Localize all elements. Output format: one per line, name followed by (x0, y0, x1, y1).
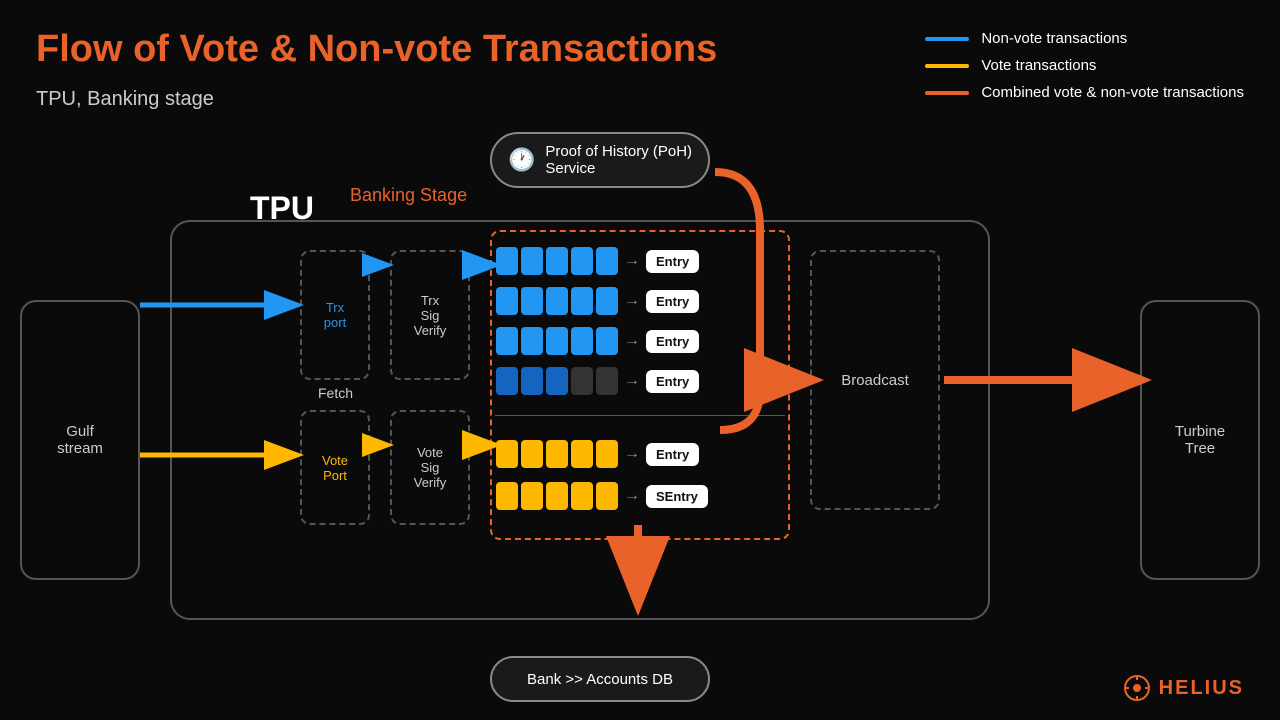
blocks-group-6 (496, 482, 618, 510)
helius-label: HELIUS (1159, 677, 1244, 700)
entry-row-5: → Entry (496, 440, 699, 468)
blocks-group-1 (496, 247, 618, 275)
block-5-1 (496, 440, 518, 468)
entry-row-3: → Entry (496, 327, 699, 355)
legend-line-vote (925, 64, 969, 68)
legend-label-nonvote: Non-vote transactions (981, 30, 1127, 47)
legend-label-vote: Vote transactions (981, 57, 1096, 74)
turbine-label: TurbineTree (1175, 423, 1225, 457)
legend-label-combined: Combined vote & non-vote transactions (981, 84, 1244, 101)
page-subtitle: TPU, Banking stage (36, 88, 214, 111)
block-4-5 (596, 367, 618, 395)
arrow-5: → (624, 445, 640, 463)
arrow-6: → (624, 487, 640, 505)
entry-row-2: → Entry (496, 287, 699, 315)
block-1-5 (596, 247, 618, 275)
block-2-4 (571, 287, 593, 315)
arrow-2: → (624, 292, 640, 310)
block-6-2 (521, 482, 543, 510)
vote-sig-label: VoteSigVerify (414, 445, 447, 490)
entry-pill-1: Entry (646, 250, 699, 273)
blocks-group-2 (496, 287, 618, 315)
trx-sig-label: TrxSigVerify (414, 293, 447, 338)
block-6-5 (596, 482, 618, 510)
block-2-5 (596, 287, 618, 315)
poh-clock-icon: 🕐 (508, 147, 535, 173)
block-1-3 (546, 247, 568, 275)
legend-item-vote: Vote transactions (925, 57, 1244, 74)
block-6-3 (546, 482, 568, 510)
blocks-group-4 (496, 367, 618, 395)
legend-item-combined: Combined vote & non-vote transactions (925, 84, 1244, 101)
legend-line-nonvote (925, 37, 969, 41)
blocks-group-3 (496, 327, 618, 355)
block-2-1 (496, 287, 518, 315)
helius-icon (1123, 674, 1151, 702)
diagram: 🕐 Proof of History (PoH)Service TPU Bank… (0, 120, 1280, 720)
legend: Non-vote transactions Vote transactions … (925, 30, 1244, 101)
entry-pill-5: Entry (646, 443, 699, 466)
block-1-1 (496, 247, 518, 275)
block-6-4 (571, 482, 593, 510)
block-3-2 (521, 327, 543, 355)
banking-stage-label: Banking Stage (350, 185, 467, 206)
block-5-4 (571, 440, 593, 468)
page-title: Flow of Vote & Non-vote Transactions (36, 28, 717, 71)
arrow-1: → (624, 252, 640, 270)
turbine-box: TurbineTree (1140, 300, 1260, 580)
broadcast-label: Broadcast (841, 372, 909, 389)
block-4-1 (496, 367, 518, 395)
block-1-2 (521, 247, 543, 275)
blocks-group-5 (496, 440, 618, 468)
entry-row-4: → Entry (496, 367, 699, 395)
block-4-4 (571, 367, 593, 395)
trx-port-label: Trxport (324, 300, 346, 330)
block-3-4 (571, 327, 593, 355)
entry-pill-2: Entry (646, 290, 699, 313)
block-1-4 (571, 247, 593, 275)
poh-label: Proof of History (PoH)Service (545, 143, 692, 177)
trx-sig-box: TrxSigVerify (390, 250, 470, 380)
block-6-1 (496, 482, 518, 510)
legend-line-combined (925, 91, 969, 95)
poh-box: 🕐 Proof of History (PoH)Service (490, 132, 710, 188)
block-2-3 (546, 287, 568, 315)
entry-pill-3: Entry (646, 330, 699, 353)
entry-pill-6: SEntry (646, 485, 708, 508)
arrow-4: → (624, 372, 640, 390)
bank-db-label: Bank >> Accounts DB (527, 671, 673, 688)
block-3-1 (496, 327, 518, 355)
entry-row-1: → Entry (496, 247, 699, 275)
block-3-5 (596, 327, 618, 355)
entry-row-6: → SEntry (496, 482, 708, 510)
gulfstream-label: Gulfstream (57, 423, 103, 457)
block-4-3 (546, 367, 568, 395)
helius-logo: HELIUS (1123, 674, 1244, 702)
gulfstream-box: Gulfstream (20, 300, 140, 580)
broadcast-box: Broadcast (810, 250, 940, 510)
block-3-3 (546, 327, 568, 355)
block-5-5 (596, 440, 618, 468)
entry-pill-4: Entry (646, 370, 699, 393)
vote-port-label: VotePort (322, 453, 348, 483)
block-2-2 (521, 287, 543, 315)
block-4-2 (521, 367, 543, 395)
bank-db-box: Bank >> Accounts DB (490, 656, 710, 702)
fetch-label: Fetch (318, 385, 353, 401)
legend-item-nonvote: Non-vote transactions (925, 30, 1244, 47)
separator-line (495, 415, 785, 416)
trx-port-box: Trxport (300, 250, 370, 380)
vote-port-box: VotePort (300, 410, 370, 525)
vote-sig-box: VoteSigVerify (390, 410, 470, 525)
block-5-2 (521, 440, 543, 468)
arrow-3: → (624, 332, 640, 350)
block-5-3 (546, 440, 568, 468)
